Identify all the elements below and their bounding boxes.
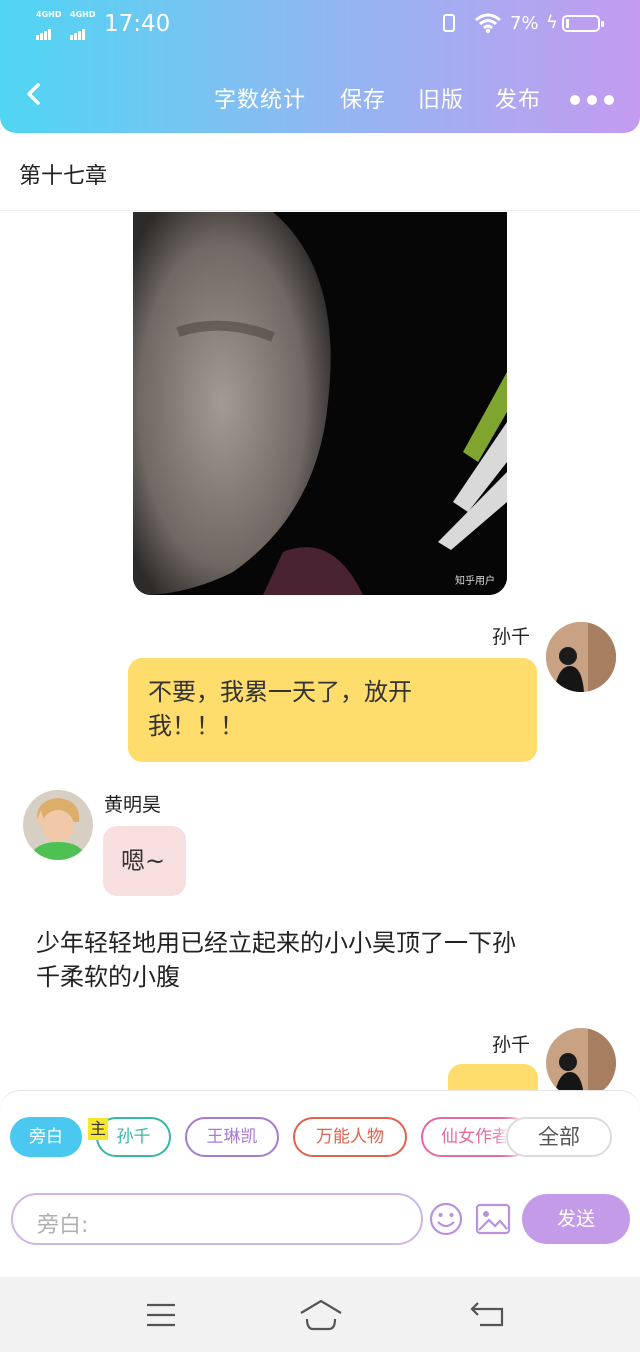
return-icon[interactable] — [470, 1299, 506, 1329]
avatar-image — [546, 622, 616, 692]
bubble-text-line: 我！！！ — [148, 712, 244, 740]
image-icon[interactable] — [475, 1203, 511, 1235]
system-nav-bar — [0, 1277, 640, 1352]
role-chip[interactable]: 旁白 — [10, 1117, 82, 1157]
more-dots-icon[interactable] — [570, 90, 621, 109]
avatar-image — [23, 790, 93, 860]
send-button[interactable]: 发送 — [522, 1194, 630, 1244]
bubble-text-line: 不要，我累一天了，放开 — [148, 678, 412, 706]
input-placeholder: 旁白: — [37, 1213, 89, 1238]
avatar[interactable] — [546, 622, 616, 692]
photo-watermark: 知乎用户 — [455, 576, 495, 587]
save-button[interactable]: 保存 — [340, 82, 386, 114]
top-toolbar: 字数统计 保存 旧版 发布 — [0, 60, 640, 130]
wifi-icon — [475, 13, 501, 34]
story-photo[interactable]: 知乎用户 — [133, 212, 507, 595]
vibrate-icon — [443, 14, 455, 32]
avatar[interactable] — [546, 1028, 616, 1098]
chapter-title: 第十七章 — [19, 164, 108, 189]
speaker-name: 黄明昊 — [104, 794, 162, 816]
bubble-text: 嗯~ — [121, 847, 166, 875]
signal-2-icon — [70, 21, 86, 40]
back-icon[interactable] — [20, 80, 48, 108]
chat-bubble: 不要，我累一天了，放开 我！！！ — [128, 658, 537, 762]
menu-icon[interactable] — [145, 1302, 177, 1328]
publish-button[interactable]: 发布 — [495, 82, 541, 114]
home-icon[interactable] — [299, 1299, 343, 1331]
photo-image — [133, 212, 507, 595]
chapter-header: 第十七章 — [0, 133, 640, 211]
speaker-name: 孙千 — [492, 626, 531, 648]
message-input[interactable]: 旁白: — [11, 1193, 423, 1245]
signal-label-1: 4GHD — [36, 10, 62, 19]
all-roles-button[interactable]: 全部 — [506, 1117, 612, 1157]
battery-percent: 7% — [510, 13, 539, 34]
host-tag: 主 — [88, 1118, 108, 1140]
old-version-button[interactable]: 旧版 — [418, 82, 464, 114]
chat-bubble: 嗯~ — [103, 826, 186, 896]
narration-line: 少年轻轻地用已经立起来的小小昊顶了一下孙 — [36, 929, 516, 957]
signal-1-icon — [36, 21, 52, 40]
avatar-image — [546, 1028, 616, 1098]
narration-line: 千柔软的小腹 — [36, 963, 180, 991]
emoji-icon[interactable] — [429, 1202, 463, 1236]
signal-label-2: 4GHD — [70, 10, 96, 19]
charging-icon: ϟ — [546, 12, 558, 33]
narration-text: 少年轻轻地用已经立起来的小小昊顶了一下孙 千柔软的小腹 — [36, 926, 616, 994]
battery-icon — [562, 15, 604, 32]
speaker-name: 孙千 — [492, 1034, 531, 1056]
role-chip[interactable]: 王琳凯 — [185, 1117, 279, 1157]
app-header: 4GHD 4GHD 17:40 7% ϟ 字数统计 保存 旧版 发布 — [0, 0, 640, 133]
status-bar: 4GHD 4GHD 17:40 7% ϟ — [0, 0, 640, 52]
word-count-button[interactable]: 字数统计 — [214, 82, 306, 114]
avatar[interactable] — [23, 790, 93, 860]
clock: 17:40 — [104, 11, 171, 37]
role-chip[interactable]: 万能人物 — [293, 1117, 407, 1157]
